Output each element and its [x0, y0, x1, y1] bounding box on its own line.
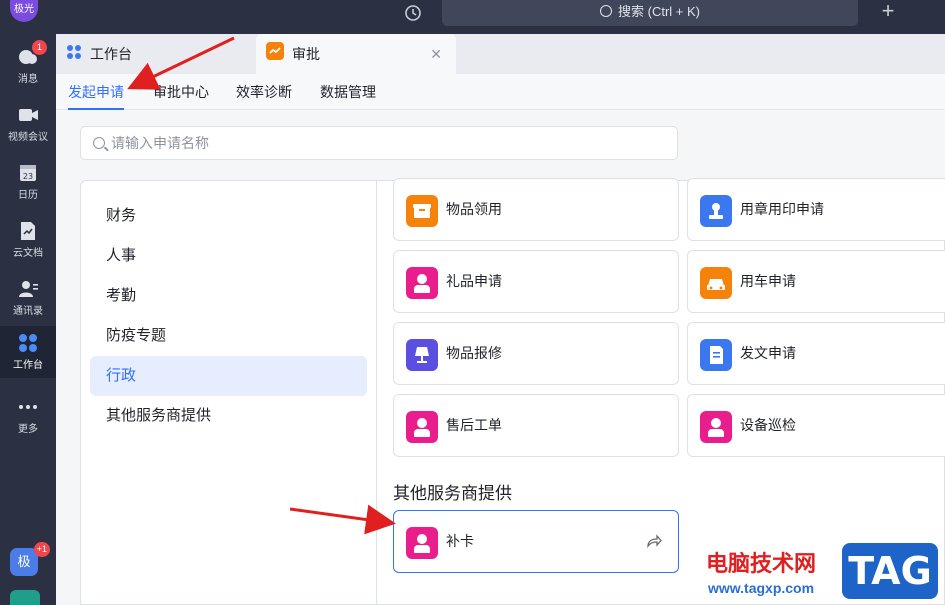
section-title-other-providers: 其他服务商提供 [393, 484, 512, 503]
cloud-document-icon [17, 220, 39, 242]
workbench-grid-icon [17, 332, 39, 354]
left-rail: 极光 1 消息 视频会议 23 日历 云文档 通讯录 工作台 更多 极 +1 [0, 0, 56, 605]
rail-item-workbench[interactable]: 工作台 [0, 326, 56, 378]
card-attendance-correction[interactable]: 补卡 [393, 510, 679, 573]
rail-item-more[interactable]: 更多 [0, 390, 56, 442]
rail-label: 更多 [18, 424, 38, 435]
category-attendance[interactable]: 考勤 [90, 276, 367, 316]
category-epidemic[interactable]: 防疫专题 [90, 316, 367, 356]
share-icon[interactable] [646, 533, 662, 549]
rail-label: 消息 [18, 74, 38, 85]
rail-label: 云文档 [13, 248, 43, 259]
watermark-text: 电脑技术网 [706, 551, 817, 576]
card-label: 用章用印申请 [740, 201, 824, 217]
tab-label: 审批 [292, 46, 320, 62]
seal-stamp-icon [700, 195, 732, 227]
card-label: 售后工单 [446, 417, 502, 433]
tab-strip: 工作台 审批 ✕ [56, 34, 945, 74]
workspace-avatar-label: 极 [17, 554, 31, 569]
card-label: 物品报修 [446, 345, 502, 361]
close-icon[interactable]: ✕ [430, 34, 442, 74]
rail-item-calendar[interactable]: 23 日历 [0, 156, 56, 208]
category-hr[interactable]: 人事 [90, 236, 367, 276]
history-clock-icon[interactable] [402, 3, 424, 25]
card-item-requisition[interactable]: 物品领用 [393, 178, 679, 241]
tab-approval[interactable]: 审批 ✕ [256, 34, 456, 74]
category-finance[interactable]: 财务 [90, 196, 367, 236]
card-label: 设备巡检 [740, 417, 796, 433]
calendar-day: 23 [23, 172, 33, 181]
subnav-approval-center[interactable]: 审批中心 [153, 74, 209, 110]
card-label: 用车申请 [740, 273, 796, 289]
card-seal-application[interactable]: 用章用印申请 [687, 178, 945, 241]
global-search-label: 搜索 (Ctrl + K) [618, 4, 700, 19]
box-icon [406, 195, 438, 227]
more-dots-icon [17, 396, 39, 418]
workbench-grid-icon [66, 35, 82, 75]
card-document-issue[interactable]: 发文申请 [687, 322, 945, 385]
person-icon [406, 411, 438, 443]
contacts-icon [17, 278, 39, 300]
rail-item-video-meeting[interactable]: 视频会议 [0, 98, 56, 150]
person-icon [700, 411, 732, 443]
card-vehicle-application[interactable]: 用车申请 [687, 250, 945, 313]
category-list: 财务 人事 考勤 防疫专题 行政 其他服务商提供 [81, 181, 377, 605]
card-label: 发文申请 [740, 345, 796, 361]
card-gift-application[interactable]: 礼品申请 [393, 250, 679, 313]
main-content: 财务 人事 考勤 防疫专题 行政 其他服务商提供 物品领用 用章用印申请 [56, 110, 945, 605]
lamp-icon [406, 339, 438, 371]
approval-subnav: 发起申请 审批中心 效率诊断 数据管理 [56, 74, 945, 110]
subnav-efficiency-diagnosis[interactable]: 效率诊断 [236, 74, 292, 110]
document-icon [700, 339, 732, 371]
unread-badge: 1 [32, 40, 47, 55]
rail-label: 工作台 [13, 360, 43, 371]
person-icon [406, 527, 438, 559]
rail-label: 日历 [18, 190, 38, 201]
application-panel: 财务 人事 考勤 防疫专题 行政 其他服务商提供 物品领用 用章用印申请 礼品申… [80, 178, 945, 605]
rail-item-messages[interactable]: 1 消息 [0, 40, 56, 92]
app-shortcut-icon[interactable] [10, 590, 40, 605]
search-icon [93, 137, 105, 149]
person-icon [406, 267, 438, 299]
calendar-icon: 23 [17, 162, 39, 184]
search-icon [600, 5, 612, 17]
card-item-repair[interactable]: 物品报修 [393, 322, 679, 385]
chat-bubble-icon: 1 [17, 40, 47, 68]
rail-label: 视频会议 [8, 132, 48, 143]
category-other-providers[interactable]: 其他服务商提供 [90, 396, 367, 436]
watermark-url: www.tagxp.com [708, 580, 815, 596]
card-after-sales-ticket[interactable]: 售后工单 [393, 394, 679, 457]
title-bar: 搜索 (Ctrl + K) + [56, 0, 945, 34]
card-label: 礼品申请 [446, 273, 502, 289]
video-camera-icon [17, 104, 39, 126]
category-administration[interactable]: 行政 [90, 356, 367, 396]
application-search-input[interactable] [111, 133, 661, 153]
subnav-start-application[interactable]: 发起申请 [68, 74, 124, 110]
application-cards: 物品领用 用章用印申请 礼品申请 用车申请 物品报修 发文申请 售后工单 设备巡… [377, 178, 945, 605]
card-equipment-inspection[interactable]: 设备巡检 [687, 394, 945, 457]
rail-item-cloud-docs[interactable]: 云文档 [0, 214, 56, 266]
tag-logo: TAG [842, 543, 938, 599]
user-avatar[interactable]: 极光 [10, 0, 38, 22]
global-search-box[interactable]: 搜索 (Ctrl + K) [442, 0, 858, 26]
rail-item-contacts[interactable]: 通讯录 [0, 272, 56, 324]
approval-app-icon [266, 35, 284, 75]
add-icon[interactable]: + [876, 0, 900, 24]
car-icon [700, 267, 732, 299]
application-search[interactable] [80, 126, 678, 160]
subnav-data-management[interactable]: 数据管理 [320, 74, 376, 110]
card-label: 物品领用 [446, 201, 502, 217]
workspace-badge: +1 [33, 542, 50, 557]
tab-label: 工作台 [90, 46, 132, 62]
tab-workbench[interactable]: 工作台 [66, 34, 256, 74]
card-label: 补卡 [446, 533, 474, 549]
rail-label: 通讯录 [13, 306, 43, 317]
workspace-avatar[interactable]: 极 +1 [10, 542, 50, 576]
